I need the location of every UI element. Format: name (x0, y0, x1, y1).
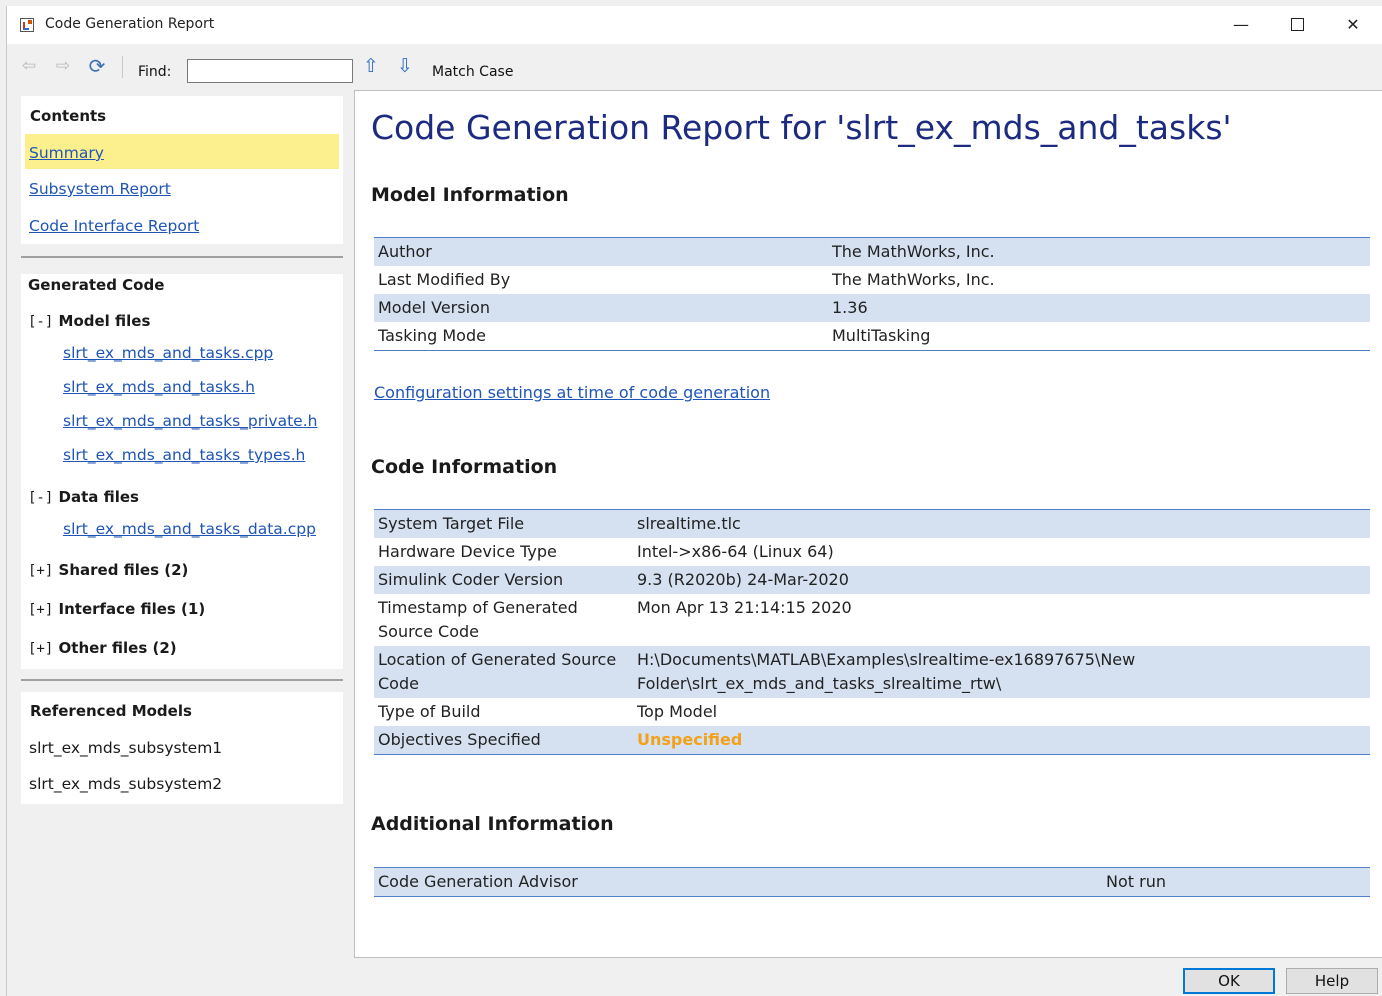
app-icon (20, 18, 34, 32)
objectives-status: Unspecified (633, 726, 1370, 754)
maximize-icon (1290, 17, 1304, 31)
table-cell-key: Code Generation Advisor (374, 868, 1102, 896)
table-cell-value: H:\Documents\MATLAB\Examples\slrealtime-… (633, 646, 1370, 698)
file-link[interactable]: slrt_ex_mds_and_tasks_private.h (63, 412, 317, 430)
referenced-models-heading: Referenced Models (30, 702, 192, 720)
table-row: Timestamp of Generated Source Code Mon A… (374, 594, 1370, 646)
nav-link-subsystem-report[interactable]: Subsystem Report (29, 180, 171, 198)
table-cell-key: System Target File (374, 510, 633, 538)
configuration-settings-link[interactable]: Configuration settings at time of code g… (374, 383, 770, 402)
table-row: System Target File slrealtime.tlc (374, 510, 1370, 538)
data-files-label: Data files (58, 488, 139, 506)
table-cell-key: Location of Generated Source Code (374, 646, 633, 698)
table-row: Location of Generated Source Code H:\Doc… (374, 646, 1370, 698)
forward-arrow-icon[interactable]: ⇨ (53, 57, 73, 75)
table-row: Tasking Mode MultiTasking (374, 322, 1370, 350)
table-cell-value: Top Model (637, 702, 718, 721)
file-link[interactable]: slrt_ex_mds_and_tasks.h (63, 378, 255, 396)
find-label: Find: (138, 64, 172, 80)
model-files-group[interactable]: [-] Model files (28, 312, 150, 330)
expand-toggle[interactable]: [+] (28, 641, 53, 657)
report-window: Code Generation Report — ✕ ⇦ ⇨ ⟳ Find: ⇧… (6, 6, 1382, 996)
table-cell-value: 9.3 (R2020b) 24-Mar-2020 (633, 566, 1370, 594)
additional-information-heading: Additional Information (371, 813, 614, 835)
close-button[interactable]: ✕ (1325, 6, 1381, 44)
table-cell-key: Simulink Coder Version (374, 566, 633, 594)
minimize-button[interactable]: — (1213, 6, 1269, 44)
title-bar: Code Generation Report — ✕ (7, 6, 1382, 44)
model-information-table: Author The MathWorks, Inc. Last Modified… (374, 237, 1370, 351)
expand-toggle[interactable]: [+] (28, 602, 53, 618)
table-cell-key: Hardware Device Type (378, 542, 557, 561)
table-cell-value: 1.36 (828, 294, 1370, 322)
match-case-toggle[interactable]: Match Case (432, 64, 513, 80)
collapse-toggle[interactable]: [-] (28, 314, 53, 330)
table-row: Code Generation Advisor Not run (374, 868, 1370, 896)
nav-divider (21, 256, 343, 258)
generated-code-heading: Generated Code (28, 276, 165, 294)
interface-files-group[interactable]: [+] Interface files (1) (28, 600, 205, 618)
toolbar-separator (122, 56, 123, 78)
referenced-model-item: slrt_ex_mds_subsystem2 (29, 775, 223, 793)
contents-heading: Contents (30, 107, 107, 125)
table-cell-key: Last Modified By (378, 270, 511, 289)
table-cell-value: Not run (1102, 868, 1370, 896)
nav-link-summary[interactable]: Summary (29, 144, 104, 162)
maximize-button[interactable] (1269, 6, 1325, 44)
nav-divider (21, 679, 343, 681)
window-title: Code Generation Report (45, 16, 215, 32)
code-information-heading: Code Information (371, 456, 558, 478)
shared-files-group[interactable]: [+] Shared files (2) (28, 561, 188, 579)
table-row: Author The MathWorks, Inc. (374, 238, 1370, 266)
referenced-model-item: slrt_ex_mds_subsystem1 (29, 739, 223, 757)
additional-information-table: Code Generation Advisor Not run (374, 867, 1370, 897)
find-next-icon[interactable]: ⇩ (395, 57, 415, 76)
table-cell-key: Timestamp of Generated Source Code (378, 598, 578, 641)
model-information-heading: Model Information (371, 184, 569, 206)
table-row: Model Version 1.36 (374, 294, 1370, 322)
file-link[interactable]: slrt_ex_mds_and_tasks.cpp (63, 344, 273, 362)
table-row: Hardware Device Type Intel->x86-64 (Linu… (374, 538, 1370, 566)
table-row: Objectives Specified Unspecified (374, 726, 1370, 754)
table-row: Type of Build Top Model (374, 698, 1370, 726)
expand-toggle[interactable]: [+] (28, 563, 53, 579)
table-cell-value: Mon Apr 13 21:14:15 2020 (637, 598, 852, 617)
interface-files-label: Interface files (1) (58, 600, 206, 618)
page-title: Code Generation Report for 'slrt_ex_mds_… (371, 108, 1232, 147)
table-cell-value: The MathWorks, Inc. (828, 238, 1370, 266)
file-link[interactable]: slrt_ex_mds_and_tasks_data.cpp (63, 520, 316, 538)
table-cell-key: Model Version (374, 294, 828, 322)
table-cell-key: Author (374, 238, 828, 266)
refresh-icon[interactable]: ⟳ (87, 56, 107, 76)
other-files-label: Other files (2) (58, 639, 177, 657)
model-files-label: Model files (58, 312, 151, 330)
shared-files-label: Shared files (2) (58, 561, 189, 579)
find-previous-icon[interactable]: ⇧ (361, 57, 381, 76)
find-input[interactable] (187, 59, 353, 83)
report-content: Code Generation Report for 'slrt_ex_mds_… (354, 90, 1382, 958)
file-link[interactable]: slrt_ex_mds_and_tasks_types.h (63, 446, 305, 464)
ok-button[interactable]: OK (1183, 968, 1275, 994)
help-button[interactable]: Help (1286, 968, 1378, 994)
table-row: Last Modified By The MathWorks, Inc. (374, 266, 1370, 294)
toolbar: ⇦ ⇨ ⟳ Find: ⇧ ⇩ Match Case (7, 44, 1382, 86)
table-cell-value: Intel->x86-64 (Linux 64) (637, 542, 834, 561)
table-cell-value: MultiTasking (832, 326, 931, 345)
table-cell-key: Type of Build (378, 702, 481, 721)
collapse-toggle[interactable]: [-] (28, 490, 53, 506)
table-cell-value: The MathWorks, Inc. (832, 270, 995, 289)
table-cell-key: Objectives Specified (374, 726, 633, 754)
back-arrow-icon[interactable]: ⇦ (19, 57, 39, 75)
table-cell-key: Tasking Mode (378, 326, 486, 345)
data-files-group[interactable]: [-] Data files (28, 488, 139, 506)
table-row: Simulink Coder Version 9.3 (R2020b) 24-M… (374, 566, 1370, 594)
table-cell-value: slrealtime.tlc (633, 510, 1370, 538)
nav-link-code-interface-report[interactable]: Code Interface Report (29, 217, 199, 235)
other-files-group[interactable]: [+] Other files (2) (28, 639, 177, 657)
code-information-table: System Target File slrealtime.tlc Hardwa… (374, 509, 1370, 755)
